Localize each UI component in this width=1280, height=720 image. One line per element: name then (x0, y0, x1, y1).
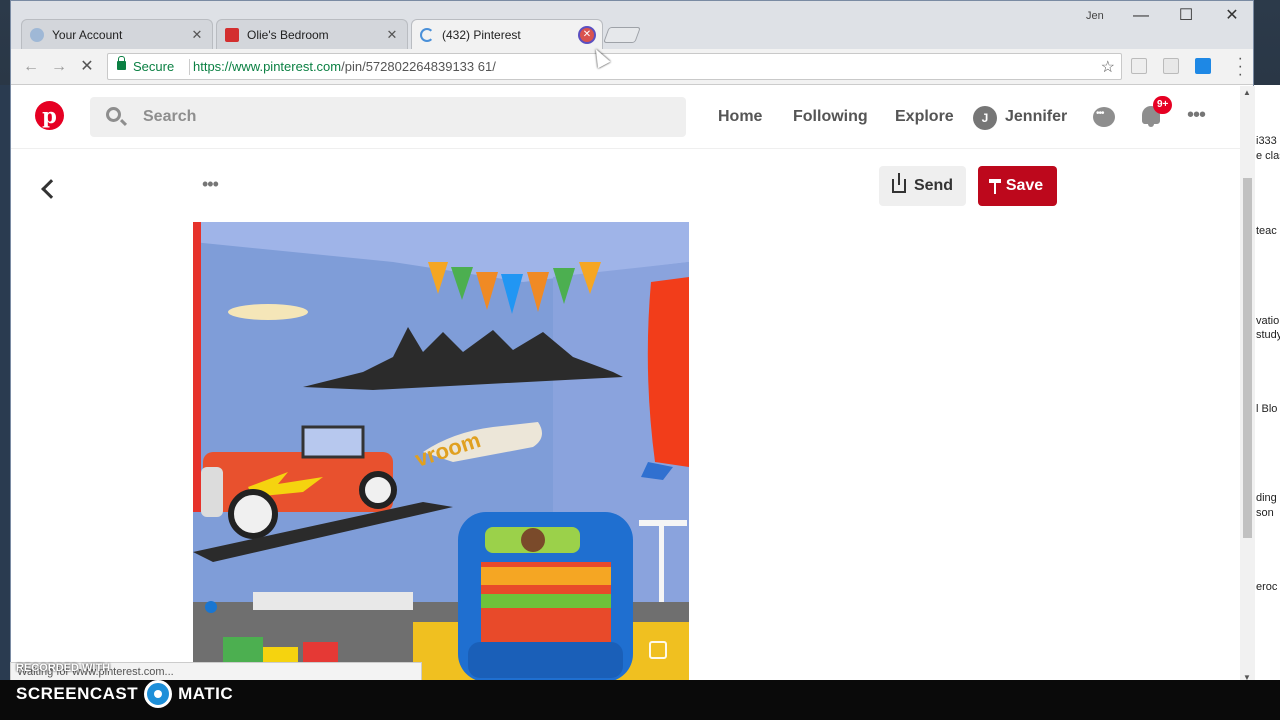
pinterest-header: p Search Home Following Explore J Jennif… (11, 86, 1240, 149)
close-icon[interactable]: ✕ (385, 27, 399, 43)
pin-more-options-icon[interactable]: ••• (202, 174, 219, 195)
desktop-icon-label[interactable]: ding (1256, 492, 1277, 504)
address-bar[interactable]: Secure https://www.pinterest.com/pin/572… (107, 53, 1122, 80)
desktop-icon-label[interactable]: l Blo (1256, 403, 1277, 415)
desktop-icon-label[interactable]: vatio (1256, 315, 1279, 327)
pushpin-icon (988, 179, 1001, 194)
search-icon (106, 107, 121, 122)
account-favicon-icon (30, 27, 44, 42)
desktop-icon-label[interactable]: study (1256, 329, 1280, 341)
desktop-icon-label[interactable]: teac (1256, 225, 1277, 237)
title-bar: Your Account ✕ Olie's Bedroom ✕ (432) Pi… (11, 1, 1253, 49)
lock-icon (117, 56, 126, 70)
expand-fullscreen-icon[interactable] (649, 641, 667, 659)
minimize-button[interactable]: — (1121, 5, 1161, 27)
nav-explore[interactable]: Explore (895, 108, 954, 126)
maximize-button[interactable]: ☐ (1166, 5, 1206, 27)
desktop-icons-strip: i333 e clas teac vatio study l Blo ding … (1254, 85, 1280, 685)
watermark-brand-left: SCREENCAST (16, 684, 139, 703)
tab-your-account[interactable]: Your Account ✕ (21, 19, 213, 49)
notification-badge: 9+ (1153, 96, 1173, 114)
url-host: https://www.pinterest.com (193, 59, 342, 74)
close-icon[interactable]: ✕ (580, 27, 594, 42)
document-favicon-icon (225, 27, 239, 42)
search-input[interactable]: Search (90, 97, 686, 137)
forward-button[interactable]: → (49, 57, 69, 77)
tab-pinterest[interactable]: (432) Pinterest ✕ (411, 19, 603, 49)
save-button[interactable]: Save (978, 166, 1057, 206)
desktop-icon-label[interactable]: son (1256, 507, 1274, 519)
url-text[interactable]: https://www.pinterest.com/pin/5728022648… (193, 59, 496, 74)
new-tab-button[interactable] (603, 27, 641, 43)
desktop-icon-label[interactable]: eroc (1256, 581, 1277, 593)
nav-following[interactable]: Following (793, 108, 868, 126)
browser-toolbar: ← → ✕ Secure https://www.pinterest.com/p… (11, 49, 1253, 85)
send-button[interactable]: Send (879, 166, 966, 206)
bedroom-illustration: vroom (193, 222, 689, 684)
browser-menu-icon[interactable]: · · · (1238, 51, 1243, 83)
page-viewport: p Search Home Following Explore J Jennif… (11, 86, 1240, 684)
close-window-button[interactable]: ✕ (1212, 5, 1252, 27)
desktop-icon-label[interactable]: i333 (1256, 135, 1277, 147)
messages-icon[interactable] (1093, 107, 1115, 127)
nav-home[interactable]: Home (718, 108, 762, 126)
extension-icon[interactable] (1131, 58, 1147, 74)
avatar[interactable]: J (973, 106, 997, 130)
omnibox-divider (189, 59, 190, 75)
tab-label: Your Account (52, 27, 123, 42)
back-arrow-icon[interactable] (41, 179, 61, 199)
scroll-up-icon[interactable]: ▲ (1243, 88, 1251, 97)
tab-olies-bedroom[interactable]: Olie's Bedroom ✕ (216, 19, 408, 49)
close-icon[interactable]: ✕ (190, 27, 204, 43)
watermark-brand-right: MATIC (178, 684, 234, 703)
pdf-extension-icon[interactable] (1163, 58, 1179, 74)
watermark-recorded-label: RECORDED WITH (16, 662, 111, 674)
more-options-icon[interactable]: ••• (1187, 104, 1206, 127)
race-car-bed (458, 512, 633, 682)
desktop-left-edge (0, 85, 10, 685)
nav-profile-name[interactable]: Jennifer (1005, 108, 1067, 126)
stop-loading-button[interactable]: ✕ (77, 57, 97, 77)
bookmark-star-icon[interactable]: ☆ (1101, 57, 1115, 77)
tab-label: (432) Pinterest (442, 27, 521, 42)
screencast-watermark: SCREENCAST MATIC (16, 680, 233, 708)
window-user-label[interactable]: Jen (1086, 10, 1104, 22)
tab-label: Olie's Bedroom (247, 27, 329, 42)
screencast-logo-icon (144, 680, 173, 708)
share-upload-icon (891, 173, 906, 193)
send-label: Send (913, 177, 954, 194)
d-extension-icon[interactable] (1195, 58, 1211, 74)
pinterest-logo-icon[interactable]: p (35, 101, 64, 130)
browser-window: Your Account ✕ Olie's Bedroom ✕ (432) Pi… (10, 0, 1255, 684)
loading-spinner-icon (420, 27, 434, 42)
back-button[interactable]: ← (21, 57, 41, 77)
url-path: /pin/572802264839133 61/ (341, 59, 496, 74)
desktop-icon-label[interactable]: e clas (1256, 150, 1280, 162)
pin-image[interactable]: vroom (193, 222, 689, 684)
scrollbar-thumb[interactable] (1243, 178, 1252, 538)
search-placeholder: Search (143, 108, 197, 125)
save-label: Save (1005, 177, 1044, 194)
page-scrollbar[interactable]: ▲ ▼ (1240, 86, 1255, 684)
secure-label: Secure (133, 59, 175, 74)
